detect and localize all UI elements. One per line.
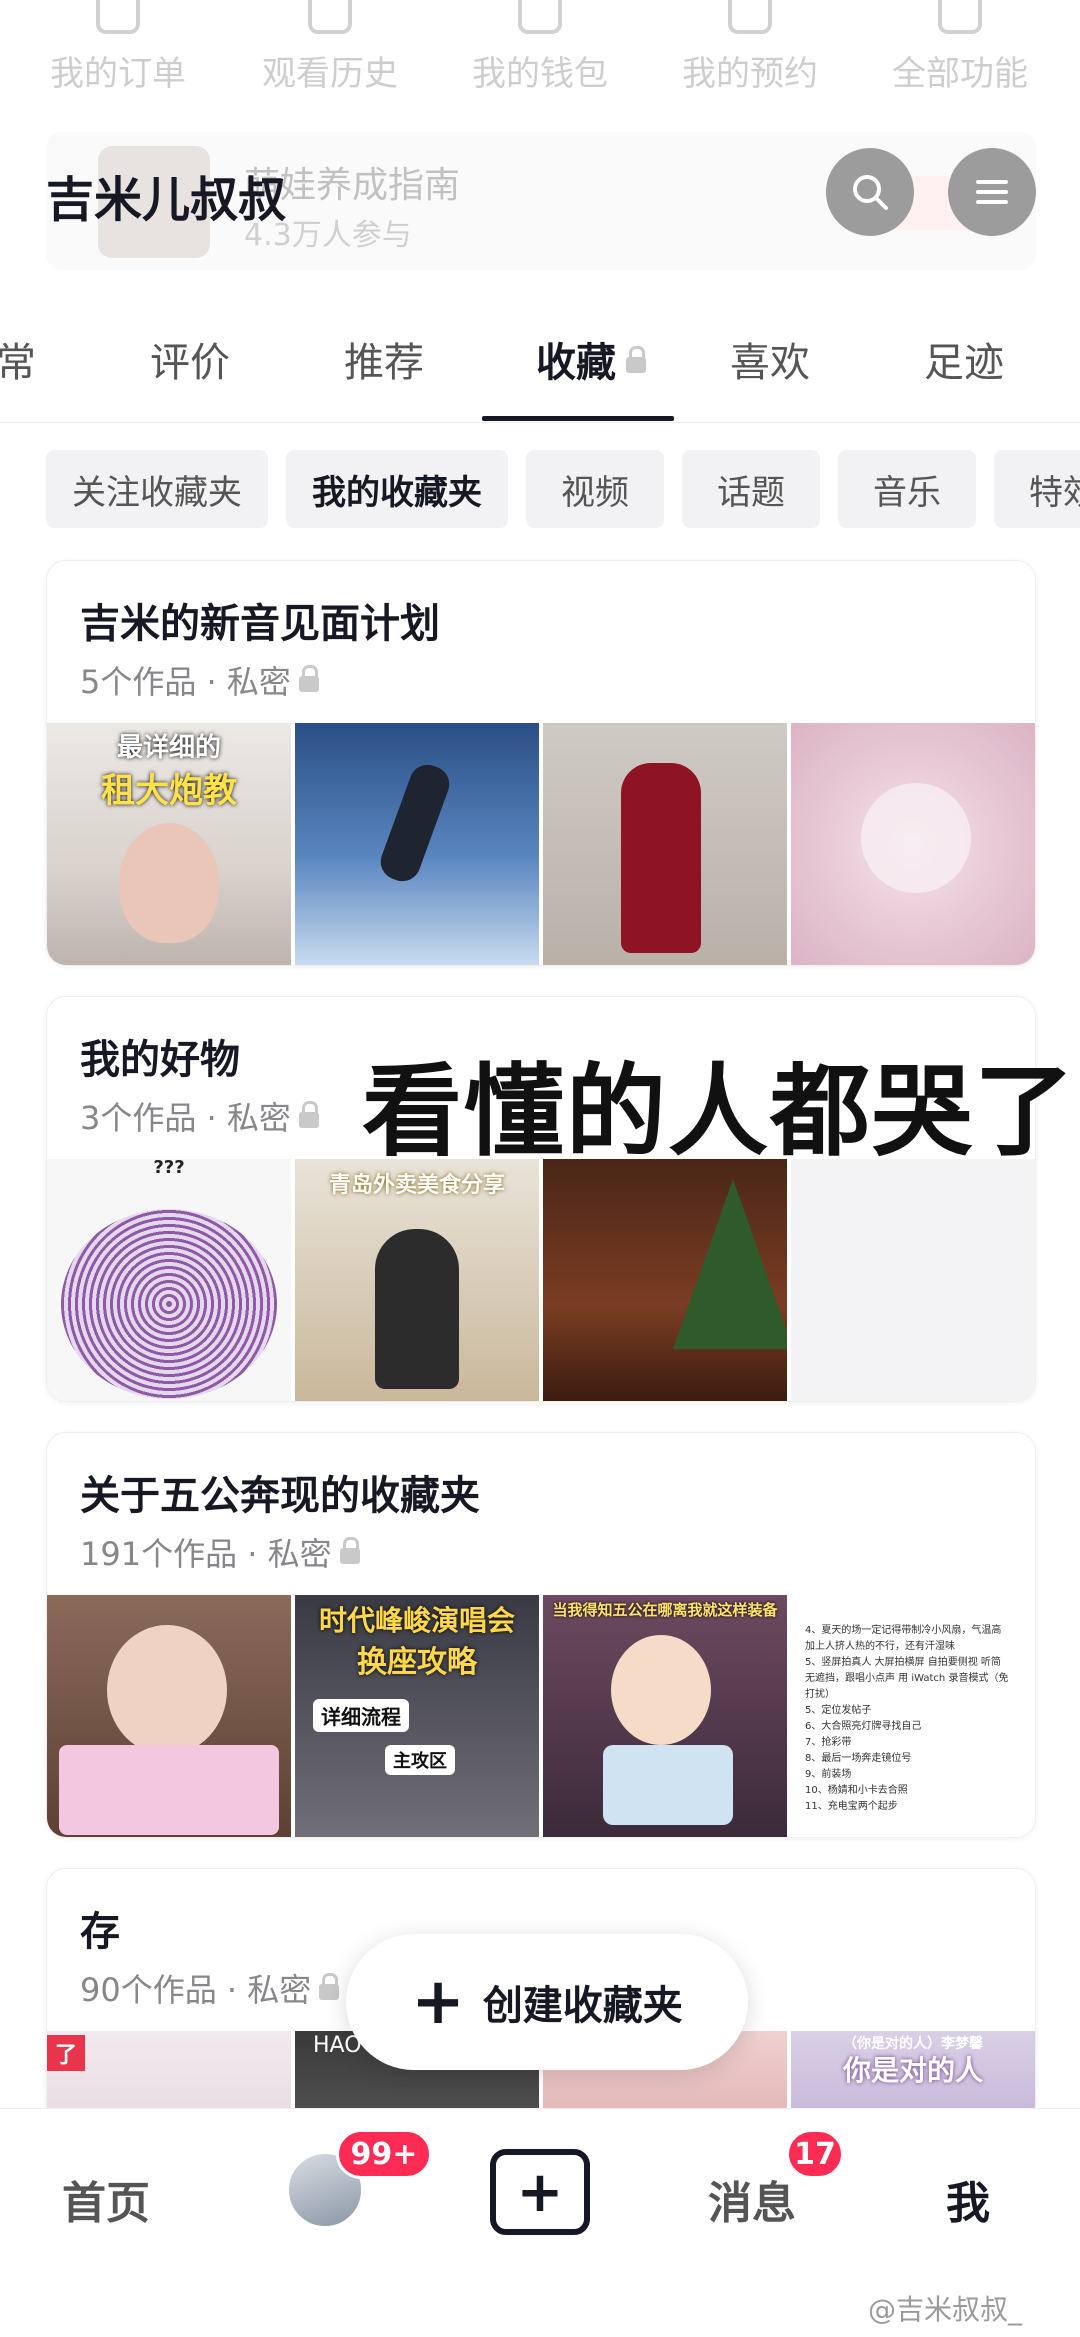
tab-footprints[interactable]: 足迹 (924, 330, 1004, 388)
folder-meta: 191个作品 · 私密 (80, 1529, 360, 1575)
folder-meta: 5个作品 · 私密 (80, 657, 319, 703)
folder-title: 吉米的新音见面计划 (80, 601, 440, 647)
tab-recommend[interactable]: 推荐 (344, 330, 424, 388)
create-post-button[interactable]: + (490, 2149, 590, 2235)
top-shortcuts: 我的订单 观看历史 我的钱包 我的预约 全部功能 (0, 0, 1080, 110)
person-image (375, 1229, 459, 1389)
folder-title: 存 (80, 1909, 120, 1955)
face-image (119, 823, 219, 943)
folder-thumbnails: ??? 青岛外卖美食分享 (47, 1159, 1035, 1401)
folder-thumbnail[interactable] (543, 1159, 787, 1401)
create-folder-button[interactable]: + 创建收藏夹 (346, 1934, 748, 2070)
folder-thumbnails: 最详细的 租大炮教 (47, 723, 1035, 965)
lock-icon (319, 1973, 340, 2000)
nav-messages[interactable]: 消息 (708, 2167, 796, 2231)
shortcut-all-functions[interactable]: 全部功能 (852, 0, 1068, 95)
hamburger-menu-icon (976, 180, 1008, 204)
tag-label: 详细流程 (313, 1699, 409, 1732)
folder-thumbnail[interactable] (791, 723, 1035, 965)
folder-meta: 3个作品 · 私密 (80, 1093, 319, 1139)
tag-label: 主攻区 (385, 1745, 455, 1775)
profile-name: 吉米儿叔叔 (46, 172, 287, 228)
lily-image (861, 783, 971, 893)
chip-effects[interactable]: 特效 (994, 450, 1080, 528)
tab-daily[interactable]: 常 (0, 330, 36, 388)
profile-tabs: 常 评价 推荐 收藏 喜欢 足迹 (0, 330, 1080, 422)
chip-music[interactable]: 音乐 (838, 450, 976, 528)
folder-thumbnails: 时代峰峻演唱会 换座攻略 详细流程 主攻区 当我得知五公在哪离我就这样装备 4、… (47, 1595, 1035, 1837)
folder-thumbnail[interactable]: 时代峰峻演唱会 换座攻略 详细流程 主攻区 (295, 1595, 539, 1837)
folder-thumbnail[interactable]: 青岛外卖美食分享 (295, 1159, 539, 1401)
tabs-divider (0, 422, 1080, 423)
jumping-figure-image (375, 759, 455, 887)
friends-badge: 99+ (336, 2129, 432, 2179)
chip-followed-folders[interactable]: 关注收藏夹 (46, 450, 268, 528)
search-button[interactable] (826, 148, 914, 236)
nav-home[interactable]: 首页 (62, 2167, 150, 2231)
shortcut-wallet[interactable]: 我的钱包 (432, 0, 648, 95)
overlay-caption: 看懂的人都哭了 (362, 1053, 1076, 1170)
folder-thumbnail[interactable] (47, 1595, 291, 1837)
poster-image (59, 1745, 279, 1835)
folder-thumbnail[interactable] (543, 723, 787, 965)
watermark: @吉米叔叔_ (868, 2293, 1023, 2326)
tab-reviews[interactable]: 评价 (150, 330, 230, 388)
folder-meta: 90个作品 · 私密 (80, 1965, 340, 2011)
folder-card[interactable]: 吉米的新音见面计划 5个作品 · 私密 最详细的 租大炮教 (46, 560, 1036, 966)
plus-icon: + (411, 1965, 465, 2039)
folder-thumbnail[interactable]: 当我得知五公在哪离我就这样装备 (543, 1595, 787, 1837)
empty-thumbnail (791, 1159, 1035, 1401)
active-tab-indicator (482, 416, 674, 421)
tab-likes[interactable]: 喜欢 (730, 330, 810, 388)
chip-topics[interactable]: 话题 (682, 450, 820, 528)
bell-icon (728, 0, 772, 34)
face-image (611, 1635, 711, 1745)
notes-text: 4、夏天的场一定记得带制冷小风扇，气温高 加上人挤人热的不行，还有汗湿味 5、竖… (805, 1625, 1009, 1812)
wallet-icon (518, 0, 562, 34)
folder-thumbnail[interactable]: 4、夏天的场一定记得带制冷小风扇，气温高 加上人挤人热的不行，还有汗湿味 5、竖… (791, 1595, 1035, 1837)
folder-thumbnail[interactable]: ??? (47, 1159, 291, 1401)
favorites-filter-chips: 关注收藏夹 我的收藏夹 视频 话题 音乐 特效 (0, 450, 1080, 530)
chip-videos[interactable]: 视频 (526, 450, 664, 528)
folder-title: 关于五公奔现的收藏夹 (80, 1473, 480, 1519)
folder-title: 我的好物 (80, 1037, 240, 1083)
lock-icon (298, 665, 319, 692)
lock-icon (339, 1537, 360, 1564)
lock-icon (626, 346, 646, 373)
chip-my-folders[interactable]: 我的收藏夹 (286, 450, 508, 528)
folder-thumbnail[interactable] (295, 723, 539, 965)
shortcut-orders[interactable]: 我的订单 (10, 0, 226, 95)
messages-badge: 17 (786, 2129, 844, 2179)
bag-image (603, 1745, 733, 1825)
cart-icon (96, 0, 140, 34)
shortcut-history[interactable]: 观看历史 (222, 0, 438, 95)
plus-icon: + (516, 2159, 564, 2225)
shortcut-reservations[interactable]: 我的预约 (642, 0, 858, 95)
search-icon (853, 175, 888, 210)
red-dress-image (621, 763, 701, 953)
lock-icon (298, 1101, 319, 1128)
clock-icon (308, 0, 352, 34)
tab-favorites[interactable]: 收藏 (536, 330, 646, 388)
face-image (107, 1625, 227, 1755)
folder-card[interactable]: 关于五公奔现的收藏夹 191个作品 · 私密 时代峰峻演唱会 换座攻略 详细流程… (46, 1432, 1036, 1838)
folder-thumbnail[interactable]: 最详细的 租大炮教 (47, 723, 291, 965)
disc-image (61, 1209, 277, 1399)
christmas-tree-image (673, 1179, 787, 1349)
nav-me[interactable]: 我 (946, 2167, 990, 2231)
grid-icon (938, 0, 982, 34)
menu-button[interactable] (948, 148, 1036, 236)
